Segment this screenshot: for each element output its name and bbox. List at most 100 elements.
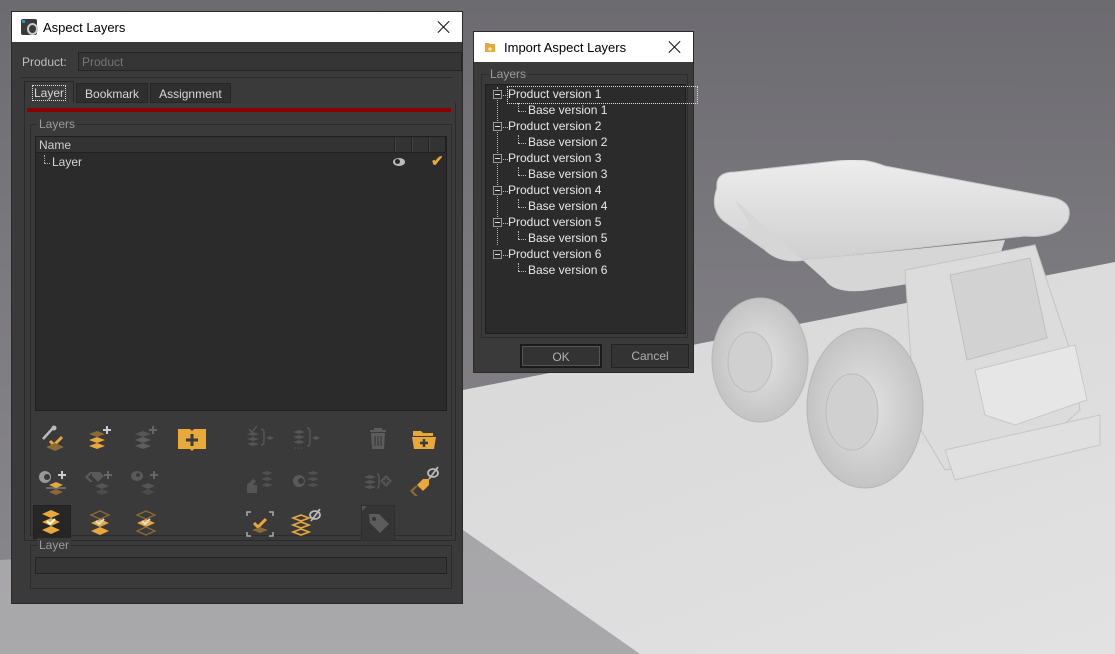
material-layers-button[interactable]	[289, 465, 323, 499]
import-aspect-layers-window: Import Aspect Layers Layers Product vers…	[473, 31, 699, 373]
tree-connector	[518, 207, 526, 208]
hidden-layers-button[interactable]	[289, 507, 323, 541]
add-layer-button[interactable]	[83, 423, 117, 457]
aspect-layers-window: Aspect Layers Product: Layer Bookmark As…	[11, 11, 463, 604]
add-layer-disabled-button[interactable]	[129, 423, 163, 457]
trash-icon	[370, 428, 386, 449]
pick-layer-button[interactable]	[37, 423, 71, 457]
add-visibility-layer-button[interactable]	[129, 465, 163, 499]
tab-assignment[interactable]: Assignment	[150, 83, 231, 103]
tree-connector	[518, 239, 526, 240]
add-layer-disabled-icon	[135, 426, 157, 449]
active-tab-indicator	[27, 108, 451, 112]
tree-node-base[interactable]: Base version 2	[528, 135, 607, 151]
close-icon[interactable]	[665, 37, 685, 57]
tree-node-product[interactable]: Product version 6	[508, 247, 601, 263]
select-checked-icon	[246, 511, 274, 537]
close-icon[interactable]	[434, 17, 454, 37]
add-tag-layer-button[interactable]	[83, 465, 117, 499]
hidden-layers-icon	[290, 508, 321, 536]
merge-layers-button[interactable]	[289, 423, 323, 457]
tree-node-product[interactable]: Product version 2	[508, 119, 601, 135]
aspect-layers-titlebar[interactable]: Aspect Layers	[12, 12, 462, 42]
layer-row[interactable]: Layer ✔	[36, 153, 446, 171]
collapse-icon[interactable]	[493, 186, 502, 195]
tree-connector	[518, 175, 526, 176]
product-input[interactable]	[78, 52, 462, 71]
tab-assignment-label: Assignment	[159, 87, 222, 101]
add-layer-icon	[89, 426, 111, 449]
show-all-layers-button[interactable]	[33, 505, 71, 539]
tree-node-base[interactable]: Base version 6	[528, 263, 607, 279]
tree-node-product[interactable]: Product version 3	[508, 151, 601, 167]
eye-icon[interactable]	[393, 158, 405, 166]
collapse-icon[interactable]	[493, 218, 502, 227]
show-active-layers-button[interactable]	[83, 507, 117, 541]
collapse-icon[interactable]	[493, 90, 502, 99]
product-label: Product:	[22, 54, 67, 69]
product-row: Product:	[22, 52, 462, 71]
pick-layer-icon	[42, 425, 64, 451]
add-material-layer-button[interactable]	[37, 465, 71, 499]
import-layers-tree[interactable]: Product version 1 Base version 1 Product v…	[485, 84, 699, 334]
tag-hidden-button[interactable]	[407, 465, 441, 499]
show-selected-layers-button[interactable]	[129, 507, 163, 541]
tree-node-base[interactable]: Base version 1	[528, 103, 607, 119]
checkmark-icon[interactable]: ✔	[431, 154, 444, 169]
layers-group: Layers Name Layer ✔	[30, 117, 452, 541]
select-checked-button[interactable]	[243, 507, 277, 541]
collapse-icon[interactable]	[493, 122, 502, 131]
tree-connector	[518, 271, 526, 272]
layers-add-diamond-button[interactable]	[361, 465, 395, 499]
hand-layers-icon	[247, 471, 273, 493]
tag-button[interactable]	[361, 505, 395, 541]
hand-layers-button[interactable]	[243, 465, 277, 499]
add-bookmark-book-icon	[178, 429, 206, 451]
tree-node-base[interactable]: Base version 4	[528, 199, 607, 215]
tree-connector	[518, 103, 519, 111]
tab-layer-label: Layer	[31, 85, 67, 101]
tree-node-product[interactable]: Product version 4	[508, 183, 601, 199]
add-tag-layer-icon	[85, 471, 112, 495]
dump-truck-model[interactable]	[695, 160, 1115, 500]
layers-tree[interactable]: Name Layer ✔	[35, 136, 447, 411]
merge-checked-layers-icon	[247, 425, 274, 446]
tree-node-base[interactable]: Base version 5	[528, 231, 607, 247]
tag-hidden-icon	[410, 466, 439, 496]
tab-bookmark[interactable]: Bookmark	[76, 83, 149, 103]
merge-checked-layers-button[interactable]	[243, 423, 277, 457]
merge-layers-icon	[293, 427, 320, 449]
layer-group-label: Layer	[37, 538, 72, 552]
collapse-icon[interactable]	[493, 250, 502, 259]
column-name[interactable]: Name	[36, 137, 395, 152]
add-visibility-layer-icon	[131, 471, 158, 495]
cancel-button[interactable]: Cancel	[611, 344, 689, 368]
delete-button[interactable]	[361, 423, 395, 457]
import-layers-group-label: Layers	[488, 67, 529, 81]
layers-tree-header: Name	[36, 137, 446, 153]
import-titlebar[interactable]: Import Aspect Layers	[474, 32, 693, 62]
tree-connector	[518, 263, 519, 271]
layer-name-field[interactable]	[35, 557, 447, 574]
tab-layer[interactable]: Layer	[24, 81, 75, 103]
tree-connector	[518, 135, 519, 143]
collapse-icon[interactable]	[493, 154, 502, 163]
column-active[interactable]	[429, 137, 446, 152]
column-lock[interactable]	[412, 137, 429, 152]
material-layers-icon	[293, 471, 319, 487]
show-all-layers-icon	[42, 510, 60, 534]
add-material-layer-icon	[39, 471, 66, 495]
tree-connector	[40, 153, 52, 171]
tree-connector	[518, 111, 526, 112]
tree-node-product[interactable]: Product version 5	[508, 215, 601, 231]
import-layers-button[interactable]	[407, 423, 441, 457]
add-bookmark-button[interactable]	[175, 423, 209, 457]
layers-group-label: Layers	[37, 117, 78, 131]
ok-button[interactable]: OK	[520, 344, 602, 368]
tree-node-product[interactable]: Product version 1	[506, 86, 699, 104]
show-selected-layers-icon	[135, 510, 157, 536]
tree-connector	[518, 143, 526, 144]
layer-tab-panel: Layers Name Layer ✔ Layer	[24, 103, 456, 589]
column-visibility[interactable]	[395, 137, 412, 152]
tree-node-base[interactable]: Base version 3	[528, 167, 607, 183]
